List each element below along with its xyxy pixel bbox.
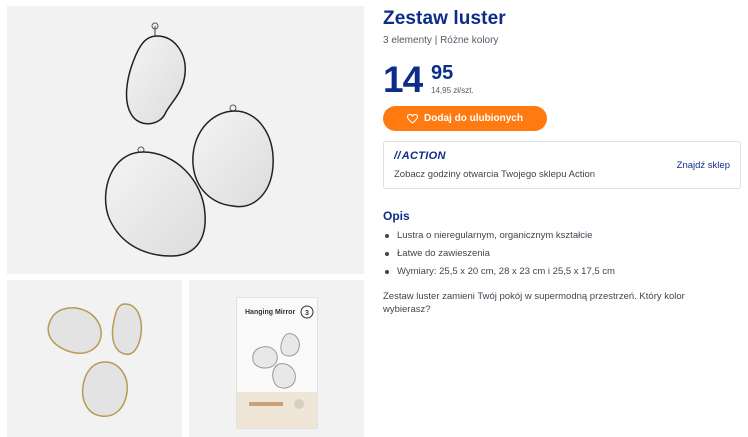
- product-title: Zestaw luster: [383, 8, 506, 29]
- find-store-link[interactable]: Znajdź sklep: [677, 160, 730, 171]
- bullet-text: Wymiary: 25,5 x 20 cm, 28 x 23 cm i 25,5…: [397, 266, 615, 277]
- mirror-set-illustration: [104, 22, 274, 257]
- bullet-icon: [385, 252, 389, 256]
- add-to-favorites-button[interactable]: Dodaj do ulubionych: [383, 106, 547, 131]
- thumbnail-image-2[interactable]: 3 Hanging Mirror: [189, 280, 364, 437]
- bullet-icon: [385, 234, 389, 238]
- gold-mirror-set-illustration: [47, 303, 143, 417]
- unit-price: 14,95 zł/szt.: [431, 86, 474, 95]
- list-item: Wymiary: 25,5 x 20 cm, 28 x 23 cm i 25,5…: [383, 266, 615, 284]
- logo-text: ACTION: [401, 150, 446, 162]
- product-subtitle: 3 elementy | Różne kolory: [383, 35, 499, 46]
- store-hours-text: Zobacz godziny otwarcia Twojego sklepu A…: [394, 169, 596, 180]
- heart-icon: [407, 113, 419, 124]
- package-label: Hanging Mirror: [245, 309, 295, 316]
- bullet-text: Łatwe do zawieszenia: [397, 248, 490, 259]
- description-text: Zestaw luster zamieni Twój pokój w super…: [383, 291, 685, 315]
- list-item: Lustra o nieregularnym, organicznym kszt…: [383, 230, 615, 248]
- bullet-icon: [385, 270, 389, 274]
- bullet-text: Lustra o nieregularnym, organicznym kszt…: [397, 230, 593, 241]
- add-to-favorites-label: Dodaj do ulubionych: [424, 113, 523, 124]
- logo-slashes: //: [394, 150, 401, 162]
- action-logo: //ACTION: [394, 150, 446, 162]
- mirror-package-illustration: 3 Hanging Mirror: [236, 297, 318, 429]
- thumbnail-image-1[interactable]: [7, 280, 182, 437]
- main-product-image[interactable]: [7, 6, 364, 274]
- description-heading: Opis: [383, 209, 410, 223]
- package-count: 3: [305, 310, 309, 317]
- price-integer: 14: [383, 59, 423, 100]
- price-decimal: 95: [431, 62, 454, 84]
- list-item: Łatwe do zawieszenia: [383, 248, 615, 266]
- store-info-box: //ACTION Zobacz godziny otwarcia Twojego…: [383, 141, 741, 189]
- description-list: Lustra o nieregularnym, organicznym kszt…: [383, 230, 615, 284]
